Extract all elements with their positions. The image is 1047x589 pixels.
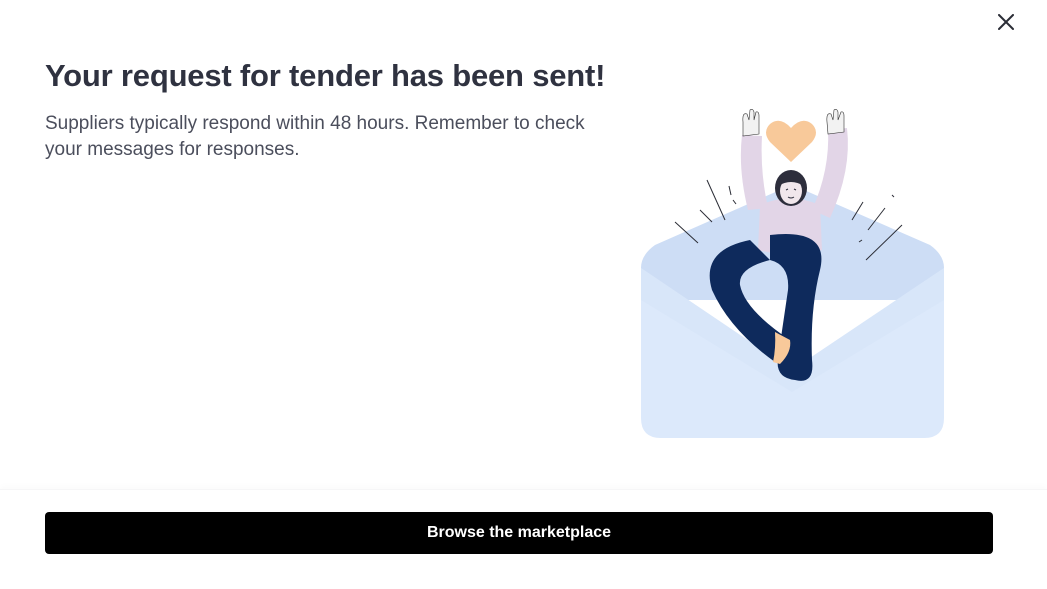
dialog-subtitle: Suppliers typically respond within 48 ho… <box>45 113 585 160</box>
close-button[interactable] <box>994 10 1018 34</box>
close-icon <box>998 14 1014 30</box>
woman-envelope-illustration <box>641 109 944 438</box>
celebration-illustration <box>630 100 960 450</box>
dialog-title: Your request for tender has been sent! <box>45 58 606 93</box>
dialog-footer: Browse the marketplace <box>0 489 1047 589</box>
tender-sent-dialog: Your request for tender has been sent! S… <box>0 0 1047 589</box>
browse-marketplace-button[interactable]: Browse the marketplace <box>45 512 993 554</box>
